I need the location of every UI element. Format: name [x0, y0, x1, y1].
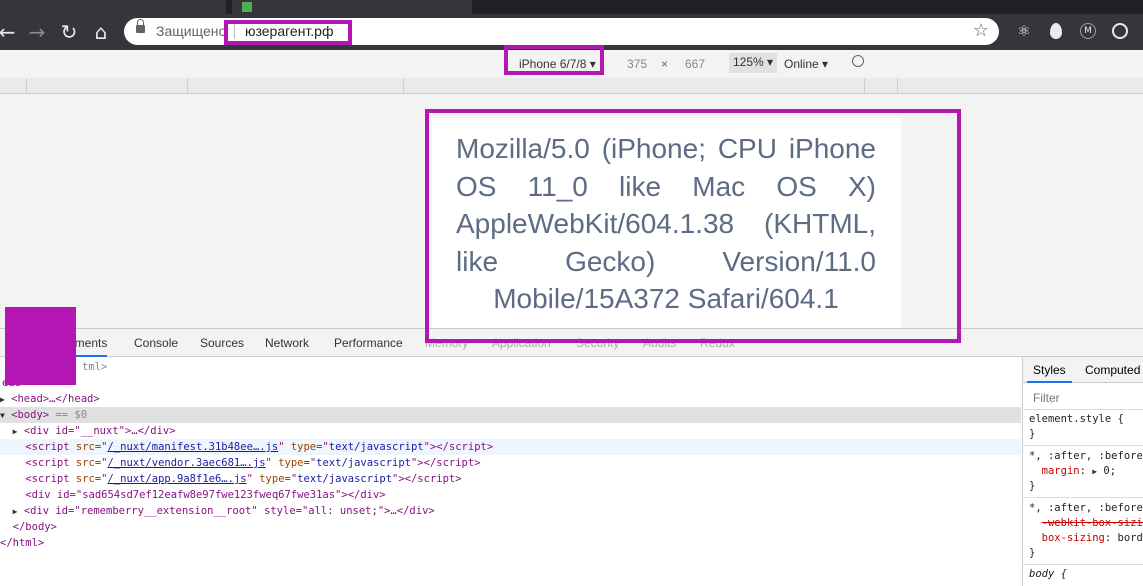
secure-label: Защищено	[156, 23, 227, 39]
rule-universal-margin[interactable]: *, :after, :before margin: ▶ 0; }	[1029, 449, 1143, 494]
tab-active[interactable]	[232, 0, 472, 14]
dom-line-script-app[interactable]: <script src="/_nuxt/app.9a8f1e6….js" typ…	[0, 471, 1021, 487]
reload-icon[interactable]: ↻	[54, 14, 84, 50]
extension-m-icon[interactable]: M	[1080, 23, 1096, 39]
tab-styles[interactable]: Styles	[1027, 363, 1072, 383]
back-arrow-icon[interactable]: ←	[0, 14, 22, 50]
tab-inactive[interactable]	[0, 0, 226, 14]
lock-icon	[136, 19, 145, 33]
styles-filter-input[interactable]: Filter	[1033, 391, 1060, 405]
bookmark-star-icon[interactable]: ☆	[973, 20, 989, 41]
dimension-separator: ×	[661, 57, 669, 71]
dom-line-div-random[interactable]: <div id="sad654sd7ef12eafw8e97fwe123fweq…	[0, 487, 1021, 503]
home-icon[interactable]: ⌂	[86, 14, 116, 50]
extension-target-icon[interactable]	[1112, 23, 1128, 39]
device-width[interactable]: 375	[627, 57, 647, 71]
forward-arrow-icon[interactable]: →	[22, 14, 52, 50]
media-query-ruler	[0, 78, 1143, 94]
rule-universal-box-sizing[interactable]: *, :after, :before -webkit-box-sizing bo…	[1029, 501, 1143, 561]
elements-tree: tml> ead> ▶ <head>…</head> ▼ <body> == $…	[0, 357, 1021, 586]
redaction-block	[5, 307, 76, 385]
dom-line-head-partial[interactable]: ead>	[0, 375, 1021, 391]
tab-computed[interactable]: Computed	[1085, 363, 1140, 377]
tab-favicon-icon	[242, 2, 252, 12]
zoom-select[interactable]: 125% ▾	[729, 53, 778, 73]
styles-sidebar: Styles Computed Filter element.style { }…	[1022, 357, 1143, 586]
rule-element-style[interactable]: element.style { }	[1029, 412, 1143, 442]
tab-sources[interactable]: Sources	[200, 336, 244, 350]
styles-tabbar: Styles Computed	[1023, 357, 1143, 383]
device-highlight-box	[504, 45, 604, 75]
dom-line-script-manifest[interactable]: <script src="/_nuxt/manifest.31b48ee….js…	[0, 439, 1021, 455]
ua-highlight-box	[425, 109, 961, 343]
network-select[interactable]: Online ▾	[784, 57, 828, 71]
dom-line-div-extension[interactable]: ▶ <div id="rememberry__extension__root" …	[0, 503, 1021, 519]
tab-inactive[interactable]	[478, 0, 728, 14]
tab-network[interactable]: Network	[265, 336, 309, 350]
rotate-icon[interactable]	[852, 55, 864, 67]
dom-line-body-close[interactable]: </body>	[0, 519, 1021, 535]
tab-console[interactable]: Console	[134, 336, 178, 350]
dom-line-head[interactable]: ▶ <head>…</head>	[0, 391, 1021, 407]
dom-line-html[interactable]: tml>	[0, 359, 1021, 375]
dom-line-script-vendor[interactable]: <script src="/_nuxt/vendor.3aec681….js" …	[0, 455, 1021, 471]
tab-strip	[0, 0, 1143, 14]
devtools-panel: ements Console Sources Network Performan…	[0, 328, 1143, 586]
dom-line-html-close[interactable]: </html>	[0, 535, 1021, 551]
device-height[interactable]: 667	[685, 57, 705, 71]
rule-body[interactable]: body {	[1029, 567, 1143, 582]
dom-line-body[interactable]: ▼ <body> == $0	[0, 407, 1021, 423]
tab-performance[interactable]: Performance	[334, 336, 403, 350]
extension-drop-icon[interactable]	[1050, 23, 1062, 39]
url-highlight-box	[224, 20, 352, 45]
react-devtools-icon[interactable]: ⚛	[1016, 23, 1032, 39]
dom-line-div-nuxt[interactable]: ▶ <div id="__nuxt">…</div>	[0, 423, 1021, 439]
